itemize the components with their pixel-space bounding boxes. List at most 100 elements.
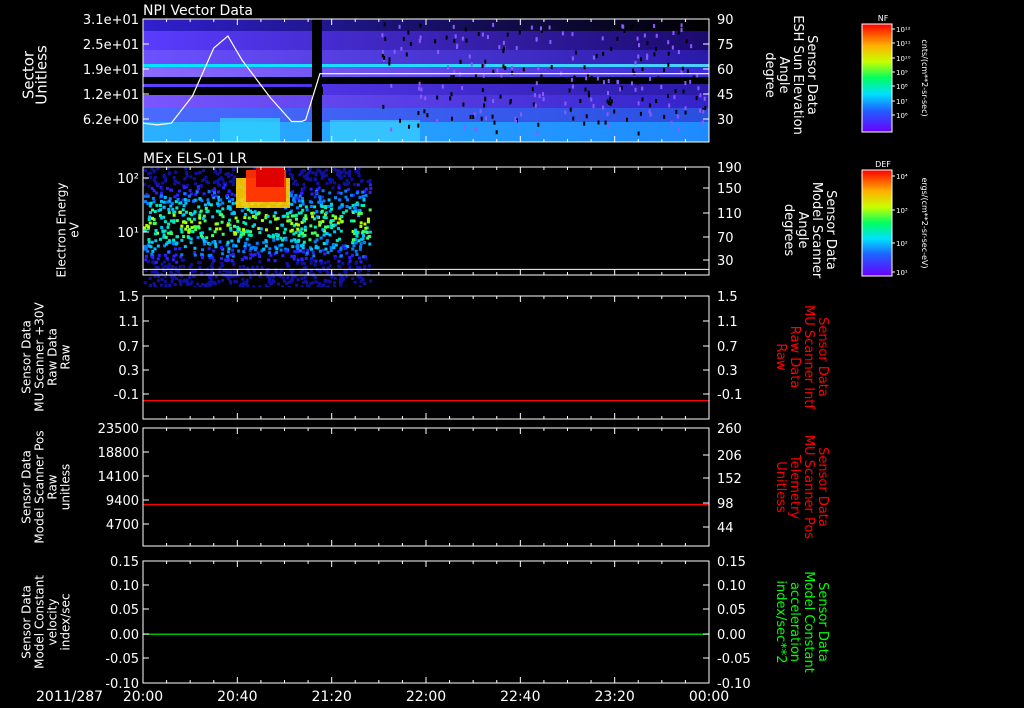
spectrogram-pixel: [301, 231, 305, 235]
spectrogram-speckle: [479, 109, 482, 114]
spectrogram-speckle: [550, 64, 553, 69]
spectrogram-pixel: [167, 231, 171, 235]
y2-tick-label: 0.05: [717, 603, 746, 618]
spectrogram-pixel: [172, 213, 176, 217]
spectrogram-speckle: [625, 117, 628, 122]
spectrogram-pixel: [226, 223, 230, 227]
spectrogram-pixel: [178, 247, 182, 251]
spectrogram-speckle: [437, 49, 440, 54]
y2-tick-label: -0.1: [717, 388, 742, 403]
spectrogram-pixel: [143, 169, 147, 173]
spectrogram-speckle: [655, 33, 658, 38]
spectrogram-pixel: [348, 256, 352, 260]
spectrogram-pixel: [172, 219, 176, 223]
spectrogram-speckle: [522, 67, 525, 72]
y-tick-label: -0.05: [105, 652, 139, 667]
y2-axis-label: Angle: [795, 212, 810, 249]
spectrogram-pixel: [271, 235, 275, 239]
spectrogram-pixel: [361, 190, 365, 194]
y2-tick-label: 110: [717, 207, 742, 222]
spectrogram-pixel: [354, 241, 358, 245]
spectrogram-speckle: [390, 83, 393, 88]
spectrogram-pixel: [314, 244, 318, 248]
spectrogram-pixel: [308, 238, 312, 242]
spectrogram-pixel: [146, 194, 150, 198]
spectrogram-pixel: [324, 173, 328, 177]
spectrogram-pixel: [302, 250, 306, 254]
spectrogram-pixel: [215, 227, 219, 231]
spectrogram-speckle: [584, 87, 587, 92]
spectrogram-pixel: [173, 282, 177, 286]
spectrogram-pixel: [214, 179, 218, 183]
spectrogram-pixel: [325, 239, 329, 243]
spectrogram-pixel: [325, 269, 329, 273]
spectrogram-pixel: [304, 214, 308, 218]
spectrogram-pixel: [198, 266, 202, 270]
spectrogram-speckle: [481, 32, 484, 37]
spectrogram-pixel: [229, 179, 233, 183]
spectrogram-pixel: [169, 219, 173, 223]
spectrogram-pixel: [174, 170, 178, 174]
spectrogram-pixel: [144, 254, 148, 258]
spectrogram-pixel: [206, 198, 210, 202]
spectrogram-pixel: [324, 225, 328, 229]
spectrogram-pixel: [358, 211, 362, 215]
y2-axis-label: Sensor Data: [804, 35, 819, 115]
y-tick-label: 2.5e+01: [83, 38, 139, 53]
colorbar-name: NF: [878, 14, 889, 23]
spectrogram-pixel: [217, 280, 221, 284]
spectrogram-speckle: [607, 100, 610, 105]
spectrogram-pixel: [156, 275, 160, 279]
spectrogram-pixel: [207, 181, 211, 185]
spectrogram-pixel: [310, 231, 314, 235]
colorbar-tick-label: 10⁹: [896, 69, 908, 77]
spectrogram-pixel: [168, 284, 172, 287]
spectrogram-pixel: [151, 196, 155, 200]
spectrogram-pixel: [314, 191, 318, 195]
spectrogram-pixel: [369, 279, 373, 283]
spectrogram-pixel: [288, 211, 292, 215]
y-tick-label: 14100: [98, 470, 139, 485]
spectrogram-pixel: [213, 230, 217, 234]
y-axis-label: MU Scanner +30V: [33, 302, 47, 412]
spectrogram-pixel: [258, 260, 262, 264]
spectrogram-pixel: [356, 183, 360, 187]
spectrogram-speckle: [493, 120, 496, 125]
spectrogram-pixel: [275, 217, 279, 221]
spectrogram-pixel: [252, 269, 256, 273]
spectrogram-pixel: [311, 171, 315, 175]
spectrogram-pixel: [255, 241, 259, 245]
spectrogram-pixel: [323, 215, 327, 219]
spectrogram-pixel: [216, 190, 220, 194]
spectrogram-pixel: [198, 261, 202, 265]
spectrogram-pixel: [154, 229, 158, 233]
spectrogram-pixel: [245, 278, 249, 282]
spectrogram-pixel: [159, 191, 163, 195]
spectrogram-speckle: [537, 66, 540, 71]
spectrogram-speckle: [564, 110, 567, 115]
spectrogram-pixel: [298, 204, 302, 208]
spectrogram-pixel: [237, 227, 241, 231]
spectrogram-pixel: [227, 175, 231, 179]
y2-tick-label: 98: [717, 497, 734, 512]
spectrogram-pixel: [312, 254, 316, 258]
spectrogram-pixel: [154, 260, 158, 264]
y-axis-label: Electron Energy: [55, 182, 69, 277]
spectrogram-pixel: [150, 186, 154, 190]
spectrogram-speckle: [653, 24, 656, 29]
spectrogram-pixel: [329, 246, 333, 250]
spectrogram-pixel: [175, 193, 179, 197]
spectrogram-pixel: [341, 261, 345, 265]
spectrogram-pixel: [368, 208, 372, 212]
spectrogram-speckle: [506, 32, 509, 37]
spectrogram-pixel: [170, 270, 174, 274]
spectrogram-speckle: [542, 92, 545, 97]
spectrogram-pixel: [159, 199, 163, 203]
spectrogram-pixel: [313, 205, 317, 209]
y2-tick-label: 75: [717, 38, 734, 53]
spectrogram-speckle: [684, 106, 687, 111]
spectrogram-pixel: [340, 215, 344, 219]
spectrogram-pixel: [282, 214, 286, 218]
y-tick-label: 0.10: [110, 579, 139, 594]
spectrogram-pixel: [257, 254, 261, 258]
